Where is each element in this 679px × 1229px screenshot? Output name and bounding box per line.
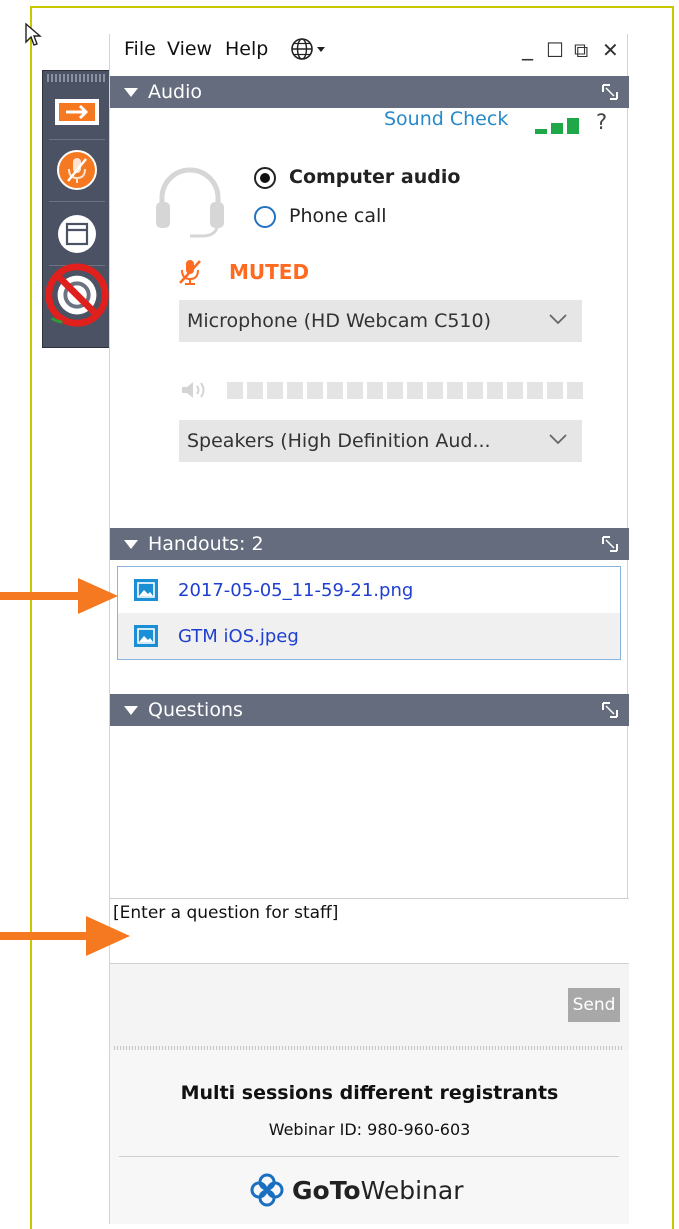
muted-status: MUTED [229,260,310,284]
image-file-icon [134,625,158,647]
gotowebinar-logo: GoTo Webinar [250,1170,464,1210]
speaker-level-segment [547,382,563,399]
microphone-select-value: Microphone (HD Webcam C510) [187,310,492,332]
questions-panel-title: Questions [148,699,243,721]
frame-border-right [672,6,674,1229]
window-icon [58,215,96,253]
speaker-level-segment [407,382,423,399]
microphone-toggle-button[interactable] [43,139,111,201]
speaker-level-segment [467,382,483,399]
expand-icon[interactable] [601,83,619,101]
side-toolbar [42,70,112,348]
disabled-webcam-icon [45,263,109,327]
speaker-level-segment [527,382,543,399]
expand-icon[interactable] [601,701,619,719]
audio-help-button[interactable]: ? [596,110,607,134]
audio-panel-title: Audio [148,81,203,103]
expand-icon[interactable] [601,535,619,553]
screen-viewer-button[interactable] [43,203,111,265]
speaker-level-segment [567,382,583,399]
collapse-triangle-icon[interactable] [124,87,138,97]
signal-strength-icon [535,118,579,134]
speaker-level-segment [267,382,283,399]
menu-help[interactable]: Help [225,38,268,60]
speakers-select[interactable]: Speakers (High Definition Aud... [179,420,582,462]
chevron-down-icon [549,434,567,445]
menu-bar: File View Help _ ☐ ⧉ ✕ [110,34,629,76]
menu-file[interactable]: File [124,38,156,60]
muted-microphone-icon [57,150,97,190]
restore-button[interactable]: ☐ [546,38,564,62]
phone-call-radio[interactable] [254,206,276,228]
headset-icon [156,167,224,238]
phone-call-label[interactable]: Phone call [289,205,387,227]
microphone-select[interactable]: Microphone (HD Webcam C510) [179,300,582,342]
toolbar-separator [49,201,105,202]
speaker-level-segment [307,382,323,399]
handout-item[interactable]: 2017-05-05_11-59-21.png [118,567,620,613]
annotation-arrow-icon [0,578,118,614]
mouse-cursor-icon [25,22,42,46]
audio-panel-header[interactable]: Audio [110,76,629,108]
speaker-level-segment [347,382,363,399]
toolbar-grip[interactable] [47,74,107,82]
speaker-level-segment [387,382,403,399]
footer-divider [119,1156,619,1157]
question-input[interactable]: [Enter a question for staff] [110,898,629,964]
computer-audio-label[interactable]: Computer audio [289,166,460,188]
session-footer: Multi sessions different registrants Web… [110,1050,629,1224]
handout-list: 2017-05-05_11-59-21.png GTM iOS.jpeg [117,566,621,660]
session-title: Multi sessions different registrants [180,1082,559,1104]
frame-border-top [30,6,674,8]
handouts-panel-header[interactable]: Handouts: 2 [110,528,629,560]
language-menu[interactable] [290,36,330,67]
webinar-id: Webinar ID: 980-960-603 [268,1120,471,1139]
webcam-button[interactable] [43,263,111,327]
speaker-level-segment [247,382,263,399]
frame-border-left [30,6,32,1229]
sound-check-link[interactable]: Sound Check [384,108,508,130]
brand-webinar: Webinar [360,1175,464,1205]
handout-item[interactable]: GTM iOS.jpeg [118,613,620,659]
gotowebinar-logo-icon [250,1173,284,1207]
send-button[interactable]: Send [568,988,620,1022]
gotowebinar-control-panel: File View Help _ ☐ ⧉ ✕ Audio Sound Check [109,34,629,1224]
popout-button[interactable]: ⧉ [574,38,588,62]
collapse-triangle-icon[interactable] [124,539,138,549]
muted-microphone-icon[interactable] [178,258,202,286]
speaker-level-segment [287,382,303,399]
minimize-button[interactable]: _ [522,36,533,61]
speaker-level-segment [327,382,343,399]
close-button[interactable]: ✕ [602,38,619,62]
menu-view[interactable]: View [167,38,212,60]
arrow-right-icon [55,99,99,125]
handout-file-name[interactable]: 2017-05-05_11-59-21.png [178,580,413,601]
speaker-level-segment [507,382,523,399]
image-file-icon [134,579,158,601]
speaker-level-segment [447,382,463,399]
handout-file-name[interactable]: GTM iOS.jpeg [178,626,299,647]
speakers-select-value: Speakers (High Definition Aud... [187,430,491,452]
globe-icon [291,38,325,60]
speaker-level-segment [427,382,443,399]
computer-audio-radio[interactable] [254,167,276,189]
chevron-down-icon [549,314,567,325]
questions-panel-header[interactable]: Questions [110,694,629,726]
brand-goto: GoTo [292,1175,361,1205]
speaker-level-segment [487,382,503,399]
speaker-level-segment [227,382,243,399]
send-area: Send [110,964,629,1054]
speaker-level-segment [367,382,383,399]
handouts-panel-title: Handouts: 2 [148,533,264,555]
collapse-triangle-icon[interactable] [124,705,138,715]
annotation-arrow-icon [0,916,130,956]
speaker-volume-icon [182,382,205,398]
collapse-panel-button[interactable] [43,85,111,139]
